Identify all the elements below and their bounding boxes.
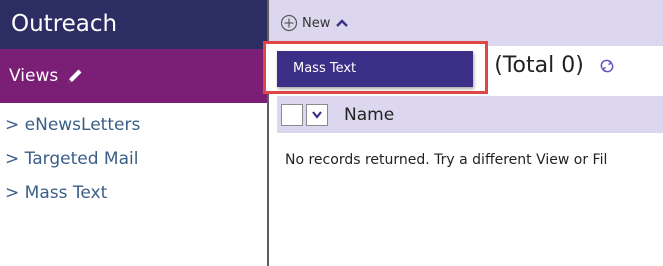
refresh-icon[interactable]	[599, 54, 615, 79]
pencil-icon[interactable]	[66, 67, 84, 85]
nav-item-enewsletters[interactable]: > eNewsLetters	[0, 108, 267, 142]
chevron-down-icon[interactable]	[306, 103, 328, 126]
new-button-label: New	[302, 15, 331, 31]
menu-item-mass-text[interactable]: Mass Text	[277, 51, 473, 87]
toolbar: New	[269, 0, 663, 46]
nav-item-targeted-mail[interactable]: > Targeted Mail	[0, 142, 267, 176]
sidebar-title: Outreach	[0, 0, 267, 49]
plus-circle-icon	[280, 14, 298, 32]
chevron-up-icon	[335, 18, 349, 28]
no-records-message: No records returned. Try a different Vie…	[285, 152, 608, 168]
sidebar: Outreach Views > eNewsLetters > Targeted…	[0, 0, 269, 266]
nav-item-mass-text[interactable]: > Mass Text	[0, 176, 267, 210]
column-header-name[interactable]: Name	[344, 105, 394, 125]
views-label: Views	[9, 66, 59, 86]
main-panel: New exts (Total 0) Name No records retur…	[269, 0, 663, 266]
grid-header-row: Name	[277, 96, 663, 133]
views-list: > eNewsLetters > Targeted Mail > Mass Te…	[0, 103, 267, 210]
new-button[interactable]: New	[280, 14, 349, 32]
select-all-checkbox[interactable]	[281, 103, 303, 126]
new-dropdown-menu: Mass Text	[263, 41, 488, 94]
views-bar[interactable]: Views	[0, 49, 267, 103]
